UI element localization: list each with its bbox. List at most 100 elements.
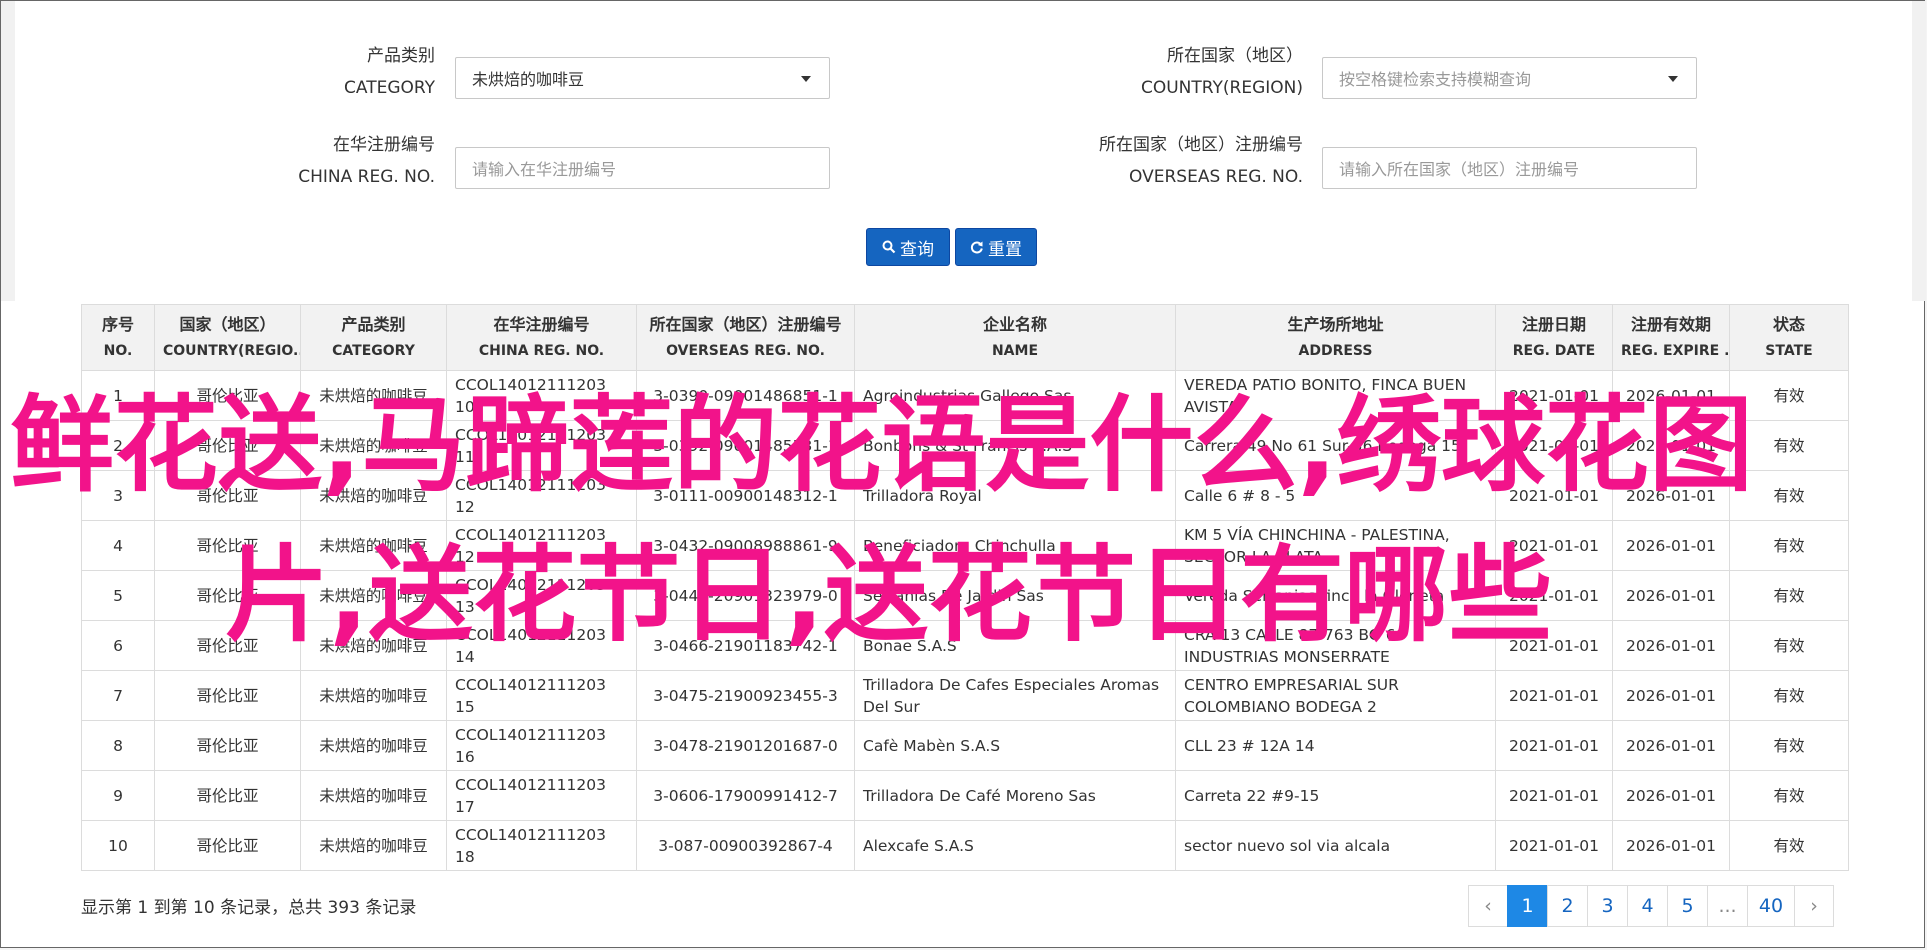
china-reg-input[interactable]: 请输入在华注册编号 [455,147,830,189]
column-header-cn: 所在国家（地区）注册编号 [649,314,842,334]
table-cell: Beneficiadora Chinchulla [854,520,1176,571]
column-header-cn: 企业名称 [982,314,1047,334]
table-cell: 哥伦比亚 [154,720,301,771]
page-ellipsis[interactable]: ... [1707,885,1748,927]
table-cell: 2026-01-01 [1612,820,1730,871]
column-header: 国家（地区） COUNTRY(REGIO... [154,304,301,371]
table-cell: 有效 [1729,620,1849,671]
pagination: ‹ 1 2 3 4 5... 40 › [1468,885,1834,927]
page-button[interactable]: 40 [1747,885,1795,927]
table-cell: 有效 [1729,670,1849,721]
table-cell: 2026-01-01 [1612,670,1730,721]
table-cell: 有效 [1729,570,1849,621]
page-button[interactable]: 5 [1667,885,1708,927]
chevron-down-icon [1668,76,1678,82]
category-label-cn: 产品类别 [367,46,435,66]
column-header-en: REG. EXPIRE ... [1621,342,1730,359]
table-cell: CCOL14012111203 11 [446,420,637,471]
table-cell: 2026-01-01 [1612,770,1730,821]
country-select[interactable]: 按空格键检索支持模糊查询 [1322,57,1697,99]
table-row[interactable]: 4 哥伦比亚 未烘焙的咖啡豆 CCOL14012111203 12 3-0432-090… [81,520,1849,571]
overseas-reg-input[interactable]: 请输入所在国家（地区）注册编号 [1322,147,1697,189]
table-cell: 2021-01-01 [1495,670,1613,721]
table-cell: 2026-01-01 [1612,370,1730,421]
table-cell: CCOL14012111203 12 [446,520,637,571]
table-cell: 有效 [1729,420,1849,471]
prev-page-button[interactable]: ‹ [1468,885,1508,927]
column-header: 注册日期 REG. DATE [1495,304,1613,371]
table-cell: 2026-01-01 [1612,470,1730,521]
china-reg-label: 在华注册编号 CHINA REG. NO. [250,129,435,193]
overseas-reg-label-cn: 所在国家（地区）注册编号 [1099,135,1303,155]
country-select-placeholder: 按空格键检索支持模糊查询 [1339,70,1532,89]
table-cell: CENTRO EMPRESARIAL SUR COLOMBIANO BODEGA… [1175,670,1496,721]
column-header-cn: 在华注册编号 [493,314,590,334]
table-cell: 3-0392-09001485531-1 [636,420,855,471]
page-button[interactable]: 1 [1507,885,1548,927]
table-cell: 未烘焙的咖啡豆 [300,770,447,821]
column-header-en: OVERSEAS REG. NO. [666,342,825,359]
table-cell: Trilladora De Café Moreno Sas [854,770,1176,821]
column-header-cn: 注册有效期 [1630,314,1711,334]
table-row[interactable]: 8 哥伦比亚 未烘焙的咖啡豆 CCOL14012111203 16 3-0478-219… [81,720,1849,771]
table-row[interactable]: 1 哥伦比亚 未烘焙的咖啡豆 CCOL14012111203 10 3-0390-090… [81,370,1849,421]
table-cell: 3-0111-00900148312-1 [636,470,855,521]
table-row[interactable]: 2 哥伦比亚 未烘焙的咖啡豆 CCOL14012111203 11 3-0392-090… [81,420,1849,471]
page-button[interactable]: 3 [1587,885,1628,927]
table-cell: Bonbons & St Francis S.A.S [854,420,1176,471]
table-cell: 未烘焙的咖啡豆 [300,620,447,671]
table-cell: 9 [81,770,155,821]
table-cell: Carrera 49 No 61 Sur-56 Bodega 15 [1175,420,1496,471]
table-row[interactable]: 3 哥伦比亚 未烘焙的咖啡豆 CCOL14012111203 12 3-0111-009… [81,470,1849,521]
refresh-icon [970,241,983,254]
table-row[interactable]: 9 哥伦比亚 未烘焙的咖啡豆 CCOL14012111203 17 3-0606-179… [81,770,1849,821]
query-button-label: 查询 [900,239,934,260]
table-cell: 哥伦比亚 [154,470,301,521]
table-cell: 有效 [1729,370,1849,421]
page-button[interactable]: 4 [1627,885,1668,927]
column-header-cn: 产品类别 [341,314,406,334]
table-row[interactable]: 7 哥伦比亚 未烘焙的咖啡豆 CCOL14012111203 15 3-0475-219… [81,670,1849,721]
overseas-reg-label-en: OVERSEAS REG. NO. [1129,167,1303,187]
table-cell: 哥伦比亚 [154,570,301,621]
table-cell: 3-0478-21901201687-0 [636,720,855,771]
table-cell: CCOL14012111203 16 [446,720,637,771]
table-row[interactable]: 5 哥伦比亚 未烘焙的咖啡豆 CCOL14012111203 13 3-0440-209… [81,570,1849,621]
table-cell: CCOL14012111203 10 [446,370,637,421]
search-icon [882,240,896,254]
column-header-en: COUNTRY(REGIO... [163,342,301,359]
table-row[interactable]: 6 哥伦比亚 未烘焙的咖啡豆 CCOL14012111203 14 3-0466-219… [81,620,1849,671]
column-header-en: CHINA REG. NO. [478,342,605,359]
table-cell: 2021-01-01 [1495,720,1613,771]
page-button[interactable]: 2 [1547,885,1588,927]
table-cell: 未烘焙的咖啡豆 [300,370,447,421]
table-cell: 6 [81,620,155,671]
next-page-button[interactable]: › [1794,885,1834,927]
column-header: 序号 NO. [81,304,155,371]
category-select[interactable]: 未烘焙的咖啡豆 [455,57,830,99]
table-cell: Calle 6 # 8 - 5 [1175,470,1496,521]
table-cell: 哥伦比亚 [154,370,301,421]
table-cell: Alexcafe S.A.S [854,820,1176,871]
left-scroll-strip [1,1,15,301]
table-cell: 2026-01-01 [1612,720,1730,771]
table-cell: CCOL14012111203 18 [446,820,637,871]
country-label: 所在国家（地区） COUNTRY(REGION) [1060,40,1303,104]
table-cell: 5 [81,570,155,621]
table-cell: 哥伦比亚 [154,620,301,671]
table-cell: 2021-01-01 [1495,520,1613,571]
table-cell: 3-0432-09008988861-9 [636,520,855,571]
table-cell: sector nuevo sol via alcala [1175,820,1496,871]
query-button[interactable]: 查询 [866,228,950,266]
category-select-value: 未烘焙的咖啡豆 [472,70,585,89]
table-cell: 未烘焙的咖啡豆 [300,570,447,621]
table-cell: CCOL14012111203 13 [446,570,637,621]
table-cell: 2 [81,420,155,471]
column-header-cn: 注册日期 [1521,314,1586,334]
column-header-en: ADDRESS [1298,342,1373,359]
reset-button[interactable]: 重置 [955,228,1037,266]
table-row[interactable]: 10 哥伦比亚 未烘焙的咖啡豆 CCOL14012111203 18 3-087-009… [81,820,1849,871]
table-cell: CCOL14012111203 14 [446,620,637,671]
table-cell: 2021-01-01 [1495,820,1613,871]
column-header-en: NO. [103,342,133,359]
